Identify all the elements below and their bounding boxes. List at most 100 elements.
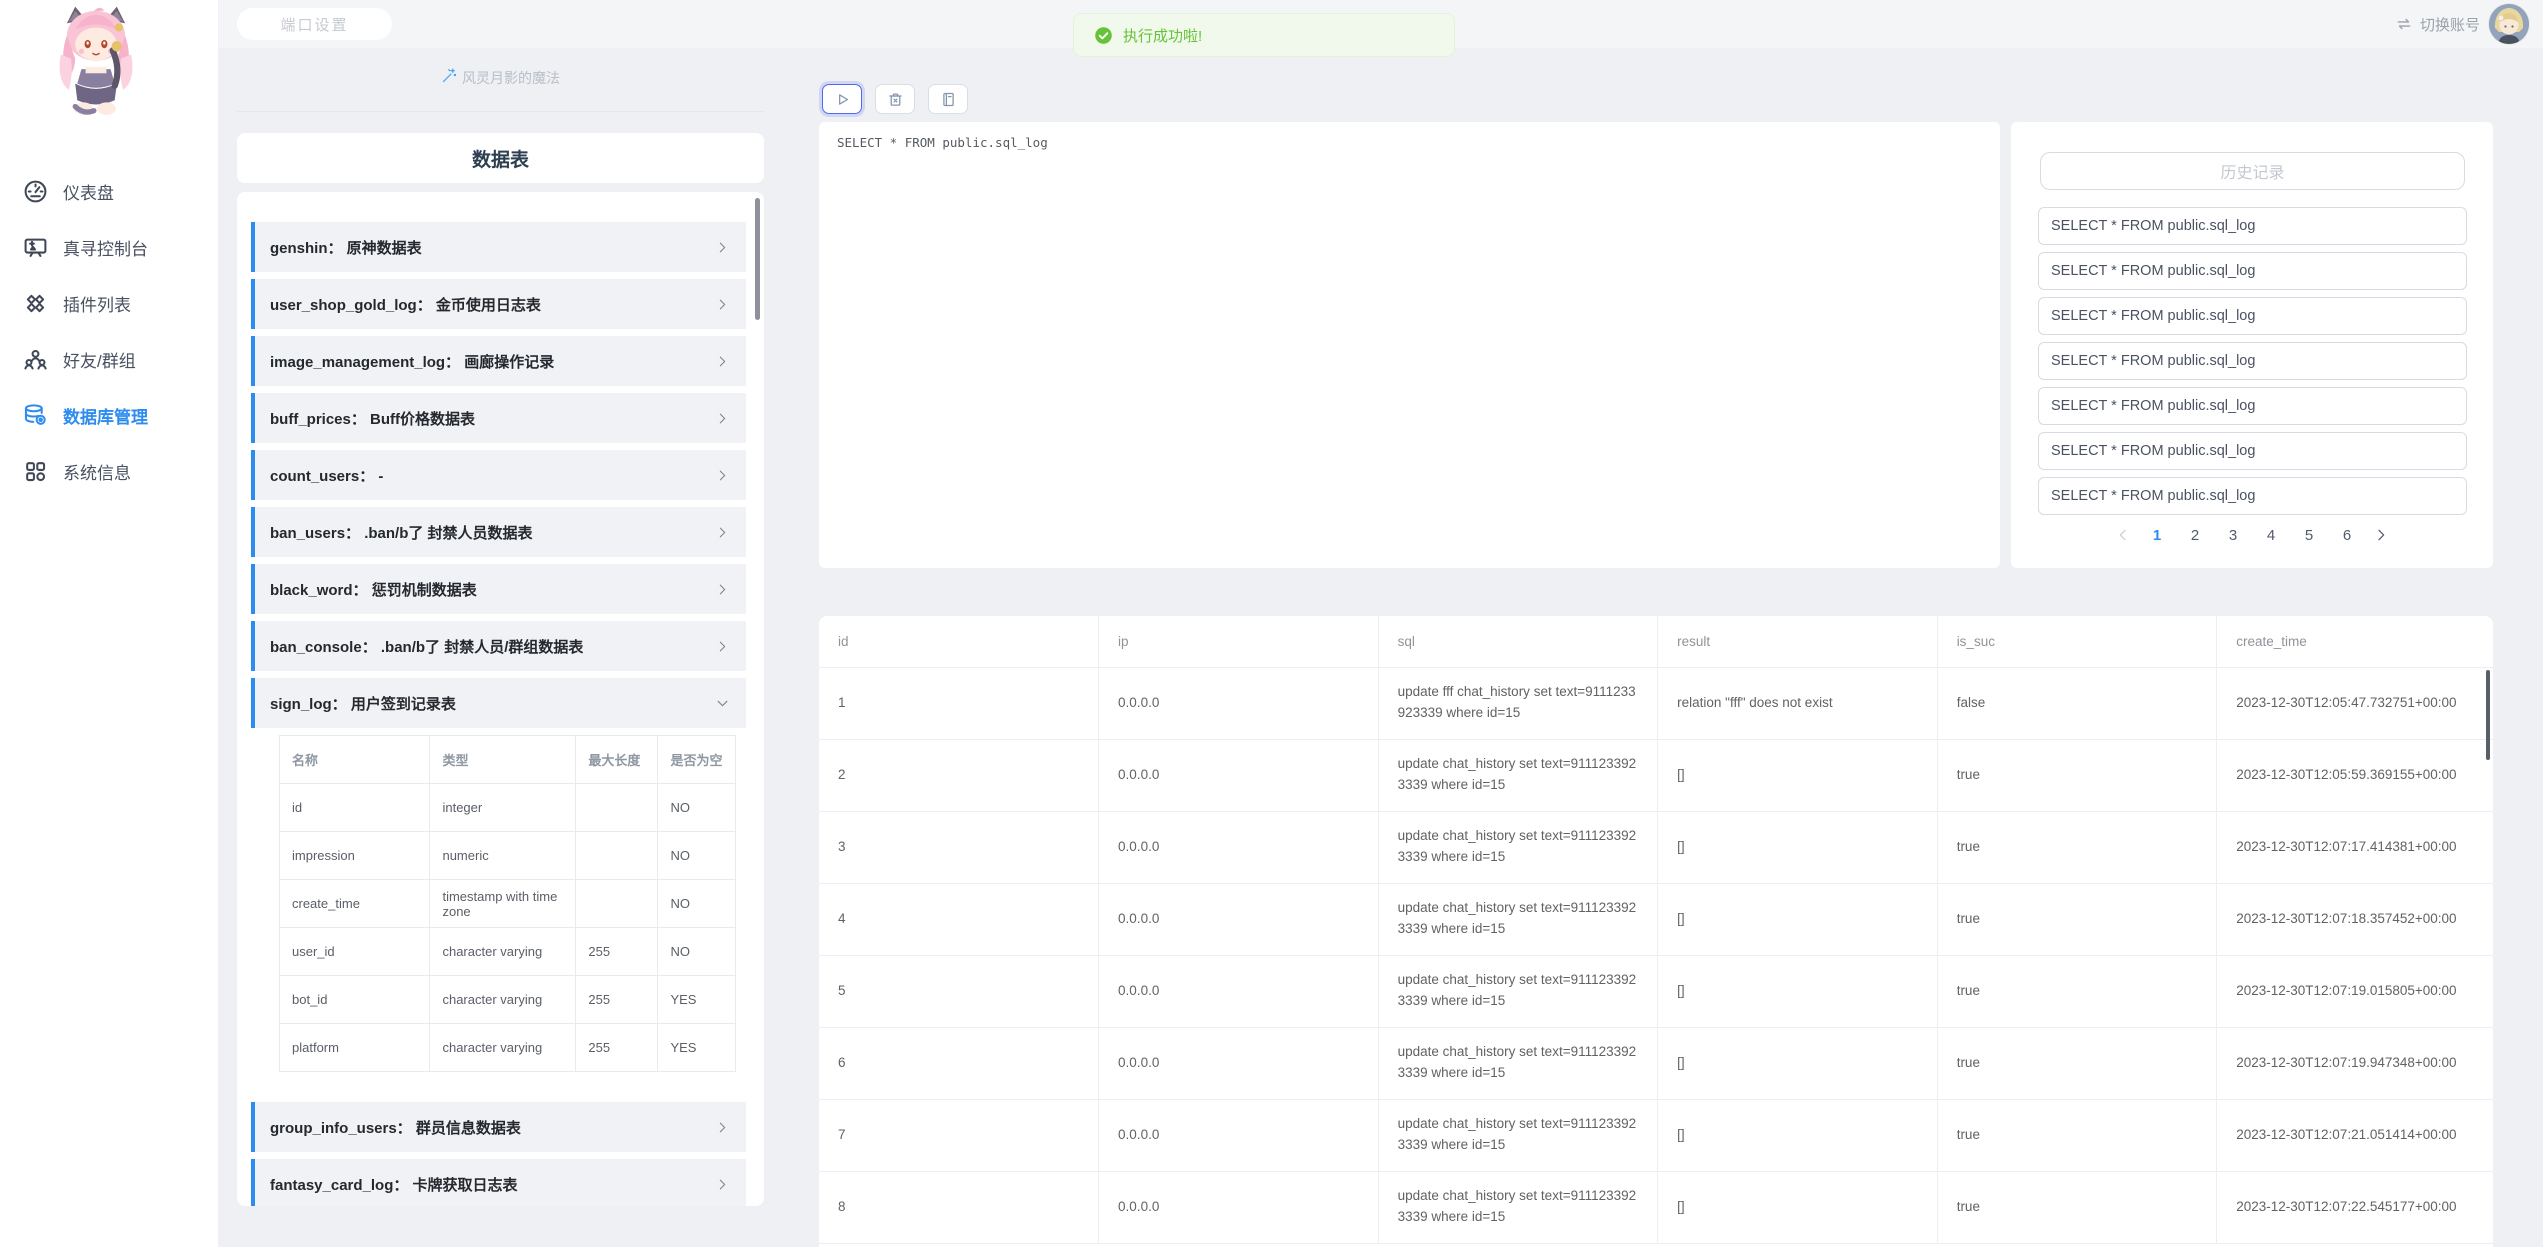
schema-row: bot_id character varying 255 YES [280, 976, 736, 1024]
sidebar-item-dashboard[interactable]: 仪表盘 [0, 163, 218, 219]
results-scrollbar[interactable] [2486, 670, 2490, 760]
cell-is-suc: true [1937, 955, 2217, 1027]
history-pagination: 1 2 3 4 5 6 [2011, 523, 2493, 547]
cell-is-suc: true [1937, 739, 2217, 811]
cell-result: [] [1658, 883, 1938, 955]
history-entry[interactable]: SELECT * FROM public.sql_log [2038, 297, 2467, 335]
history-entry[interactable]: SELECT * FROM public.sql_log [2038, 342, 2467, 380]
table-item-fantasy-card-log[interactable]: fantasy_card_log： 卡牌获取日志表 [251, 1159, 746, 1206]
schema-cell: impression [280, 832, 430, 880]
copy-sql-button[interactable] [928, 84, 968, 114]
table-item-label: genshin： 原神数据表 [270, 237, 422, 258]
schema-cell: create_time [280, 880, 430, 928]
sidebar-item-console[interactable]: 真寻控制台 [0, 219, 218, 275]
cell-create-time: 2023-12-30T12:07:19.015805+00:00 [2217, 955, 2493, 1027]
schema-cell: platform [280, 1024, 430, 1072]
pager-page-5[interactable]: 5 [2297, 523, 2321, 547]
table-item-group-info-users[interactable]: group_info_users： 群员信息数据表 [251, 1102, 746, 1152]
schema-col-name: 名称 [280, 736, 430, 784]
chevron-right-icon [715, 354, 730, 369]
cell-ip: 0.0.0.0 [1099, 955, 1379, 1027]
pager-page-3[interactable]: 3 [2221, 523, 2245, 547]
sidebar: 仪表盘 真寻控制台 插件列表 好友/群组 [0, 0, 219, 1247]
switch-account-button[interactable]: 切换账号 [2395, 14, 2480, 35]
table-item-user-shop-gold-log[interactable]: user_shop_gold_log： 金币使用日志表 [251, 279, 746, 329]
schema-cell: 255 [576, 1024, 658, 1072]
plugins-icon [22, 290, 49, 317]
schema-cell: timestamp with time zone [430, 880, 576, 928]
success-toast: 执行成功啦! [1073, 13, 1455, 57]
history-entry[interactable]: SELECT * FROM public.sql_log [2038, 432, 2467, 470]
cell-result: [] [1658, 739, 1938, 811]
table-item-ban-console[interactable]: ban_console： .ban/b了 封禁人员/群组数据表 [251, 621, 746, 671]
results-col-is-suc: is_suc [1937, 616, 2217, 667]
sidebar-item-label: 真寻控制台 [63, 235, 148, 260]
table-item-label: fantasy_card_log： 卡牌获取日志表 [270, 1174, 518, 1195]
table-item-black-word[interactable]: black_word： 惩罚机制数据表 [251, 564, 746, 614]
run-sql-button[interactable] [822, 84, 862, 114]
results-row: 3 0.0.0.0 update chat_history set text=9… [819, 811, 2493, 883]
schema-cell: integer [430, 784, 576, 832]
schema-cell: NO [658, 880, 736, 928]
schema-cell: NO [658, 832, 736, 880]
results-row: 5 0.0.0.0 update chat_history set text=9… [819, 955, 2493, 1027]
grid-icon [22, 458, 49, 485]
history-entry[interactable]: SELECT * FROM public.sql_log [2038, 477, 2467, 515]
results-col-create-time: create_time [2217, 616, 2493, 667]
schema-row: create_time timestamp with time zone NO [280, 880, 736, 928]
pager-next-icon[interactable] [2373, 527, 2389, 543]
cell-sql: update fff chat_history set text=9111233… [1378, 667, 1658, 739]
table-item-sign-log[interactable]: sign_log： 用户签到记录表 [251, 678, 746, 728]
history-entry[interactable]: SELECT * FROM public.sql_log [2038, 207, 2467, 245]
cell-create-time: 2023-12-30T12:05:47.732751+00:00 [2217, 667, 2493, 739]
chevron-right-icon [715, 582, 730, 597]
pager-page-1[interactable]: 1 [2145, 523, 2169, 547]
schema-cell: NO [658, 784, 736, 832]
table-item-label: image_management_log： 画廊操作记录 [270, 351, 554, 372]
table-item-label: count_users： - [270, 465, 383, 486]
swap-icon [2395, 15, 2413, 33]
cell-is-suc: true [1937, 1171, 2217, 1243]
sidebar-item-plugins[interactable]: 插件列表 [0, 275, 218, 331]
cell-is-suc: true [1937, 1027, 2217, 1099]
user-avatar[interactable] [2489, 4, 2529, 44]
sidebar-item-friends-groups[interactable]: 好友/群组 [0, 331, 218, 387]
history-entry[interactable]: SELECT * FROM public.sql_log [2038, 387, 2467, 425]
chevron-right-icon [715, 1177, 730, 1192]
tables-panel: 风灵月影的魔法 数据表 genshin： 原神数据表 user_shop_gol… [237, 60, 764, 1206]
sidebar-item-system-info[interactable]: 系统信息 [0, 443, 218, 499]
results-row: 8 0.0.0.0 update chat_history set text=9… [819, 1171, 2493, 1243]
pager-page-2[interactable]: 2 [2183, 523, 2207, 547]
cell-id: 4 [819, 883, 1099, 955]
cell-ip: 0.0.0.0 [1099, 883, 1379, 955]
table-item-count-users[interactable]: count_users： - [251, 450, 746, 500]
sidebar-item-label: 数据库管理 [63, 403, 148, 428]
cell-result: [] [1658, 811, 1938, 883]
tables-list: genshin： 原神数据表 user_shop_gold_log： 金币使用日… [237, 192, 764, 1206]
pager-prev-icon[interactable] [2115, 527, 2131, 543]
schema-cell: numeric [430, 832, 576, 880]
table-item-ban-users[interactable]: ban_users： .ban/b了 封禁人员数据表 [251, 507, 746, 557]
schema-cell: id [280, 784, 430, 832]
switch-account-label: 切换账号 [2420, 14, 2480, 35]
table-item-genshin[interactable]: genshin： 原神数据表 [251, 222, 746, 272]
pager-page-6[interactable]: 6 [2335, 523, 2359, 547]
history-entry[interactable]: SELECT * FROM public.sql_log [2038, 252, 2467, 290]
cell-result: [] [1658, 1099, 1938, 1171]
clear-sql-button[interactable] [875, 84, 915, 114]
sidebar-item-database[interactable]: 数据库管理 [0, 387, 218, 443]
pager-page-4[interactable]: 4 [2259, 523, 2283, 547]
table-item-buff-prices[interactable]: buff_prices： Buff价格数据表 [251, 393, 746, 443]
port-settings-button[interactable]: 端口设置 [237, 8, 392, 40]
cell-id: 3 [819, 811, 1099, 883]
schema-cell [576, 832, 658, 880]
tables-list-scrollbar[interactable] [755, 198, 760, 320]
results-row: 4 0.0.0.0 update chat_history set text=9… [819, 883, 2493, 955]
schema-cell: YES [658, 1024, 736, 1072]
schema-cell [576, 880, 658, 928]
magic-wand-icon [441, 67, 458, 84]
sql-editor[interactable]: SELECT * FROM public.sql_log [819, 122, 2000, 568]
cell-ip: 0.0.0.0 [1099, 1099, 1379, 1171]
table-item-image-management-log[interactable]: image_management_log： 画廊操作记录 [251, 336, 746, 386]
chevron-right-icon [715, 525, 730, 540]
